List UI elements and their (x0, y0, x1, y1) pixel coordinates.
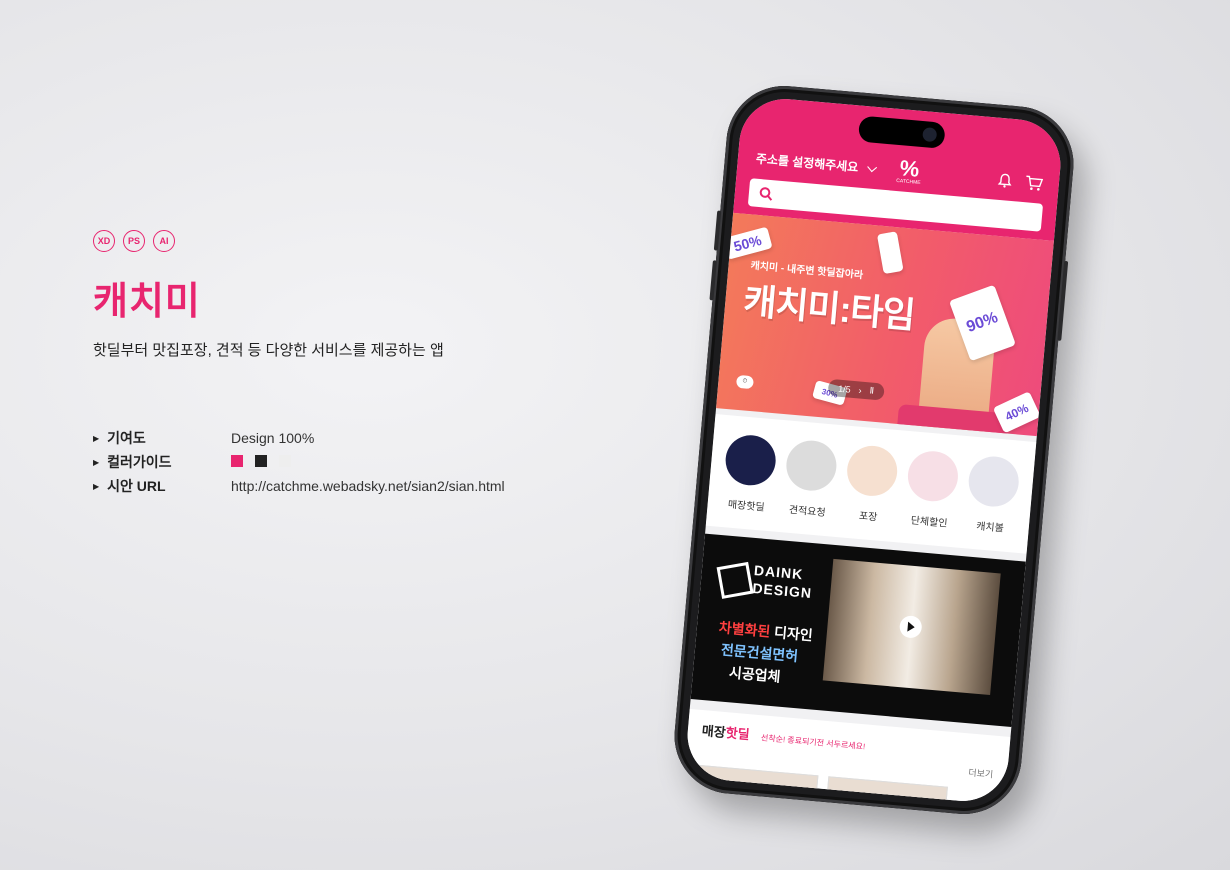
catchme-logo[interactable]: % CATCHME (895, 155, 923, 187)
spec-key: 시안 URL (107, 478, 166, 494)
triangle-icon: ▶ (93, 457, 100, 467)
bell-icon[interactable] (996, 171, 1013, 188)
address-selector[interactable]: 주소를 설정해주세요 (755, 150, 877, 177)
banner-title: 캐치미:타임 (741, 280, 917, 336)
spec-list: ▶ 기여도 Design 100% ▶ 컬러가이드 ▶ 시안 URL http://c… (93, 426, 613, 498)
heading-part-a: 매장 (701, 723, 727, 741)
heading-part-b: 핫딜 (725, 725, 751, 743)
color-swatches (231, 454, 299, 470)
ai-icon: AI (153, 230, 175, 252)
triangle-icon: ▶ (93, 433, 100, 443)
logo-text: CATCHME (895, 177, 921, 187)
color-swatch-light (278, 455, 291, 467)
section-subtitle: 선착순! 종료되기전 서두르세요! (760, 733, 866, 752)
pause-icon[interactable]: Ⅱ (869, 385, 874, 396)
search-icon (759, 187, 773, 201)
design-url-link[interactable]: http://catchme.webadsky.net/sian2/sian.h… (231, 478, 505, 494)
next-icon[interactable]: › (858, 385, 862, 395)
category-label: 매장핫딜 (727, 499, 765, 514)
phone-screen: 주소를 설정해주세요 % CATCHME 50% 캐치미 - 내주변 핫딜잡아라… (683, 95, 1065, 805)
daink-logo-icon (716, 561, 754, 599)
more-link[interactable]: 더보기 (968, 765, 994, 780)
camera-icon (922, 127, 938, 143)
discount-tag-small (876, 231, 904, 275)
triangle-icon: ▶ (93, 481, 100, 491)
tool-icons: XD PS AI (93, 230, 613, 252)
calculator-icon (784, 438, 839, 493)
banner-chip: ⏱ (735, 374, 754, 390)
category-item[interactable]: 매장핫딜 (716, 433, 780, 532)
spec-contribution: ▶ 기여도 Design 100% (93, 426, 613, 450)
category-list: 매장핫딜 견적요청 포장 단체할인 캐치볼 (705, 414, 1037, 554)
spec-key: 기여도 (107, 430, 146, 446)
info-panel: XD PS AI 캐치미 핫딜부터 맛집포장, 견적 등 다양한 서비스를 제공… (93, 230, 613, 498)
ps-icon: PS (123, 230, 145, 252)
color-swatch-dark (254, 455, 267, 467)
category-item[interactable]: 단체할인 (899, 449, 963, 548)
spec-url: ▶ 시안 URL http://catchme.webadsky.net/sian… (93, 474, 613, 498)
catchball-icon (966, 454, 1022, 509)
spec-key: 컬러가이드 (107, 454, 172, 470)
project-title: 캐치미 (93, 281, 201, 323)
category-label: 견적요청 (788, 504, 826, 519)
category-label: 포장 (858, 510, 878, 524)
ad-banner[interactable]: DAINK DESIGN 차별화된 디자인 전문건설면허 시공업체 (690, 533, 1026, 728)
category-item[interactable]: 포장 (838, 443, 902, 543)
project-description: 핫딜부터 맛집포장, 견적 등 다양한 서비스를 제공하는 앱 (93, 342, 444, 359)
spec-value: Design 100% (231, 430, 315, 446)
ad-copy-highlight: 차별화된 (718, 619, 772, 640)
store-hotdeal-icon (723, 433, 778, 488)
ad-copy-line3: 시공업체 (728, 664, 782, 685)
color-swatch-pink (231, 455, 243, 467)
spec-color-guide: ▶ 컬러가이드 (93, 450, 613, 474)
phone-mockup: 주소를 설정해주세요 % CATCHME 50% 캐치미 - 내주변 핫딜잡아라… (669, 81, 1079, 819)
category-label: 캐치볼 (975, 521, 1005, 535)
category-item[interactable]: 캐치볼 (960, 454, 1024, 553)
xd-icon: XD (93, 230, 115, 252)
category-item[interactable]: 견적요청 (777, 438, 841, 537)
chevron-down-icon (866, 161, 877, 172)
ad-brand-line1: DAINK (753, 562, 804, 583)
category-label: 단체할인 (910, 515, 948, 530)
cart-icon[interactable] (1024, 174, 1044, 192)
gift-icon (906, 449, 961, 504)
ad-brand-line2: DESIGN (751, 579, 813, 602)
takeout-icon (845, 443, 900, 499)
pager-count: 1/5 (837, 383, 852, 395)
address-label: 주소를 설정해주세요 (755, 151, 859, 175)
section-heading: 매장핫딜 선착순! 종료되기전 서두르세요! (701, 720, 996, 765)
ad-copy-rest: 디자인 (769, 623, 814, 644)
promo-banner[interactable]: 50% 캐치미 - 내주변 핫딜잡아라 캐치미:타임 90% 40% 30% ⏱… (716, 212, 1054, 437)
